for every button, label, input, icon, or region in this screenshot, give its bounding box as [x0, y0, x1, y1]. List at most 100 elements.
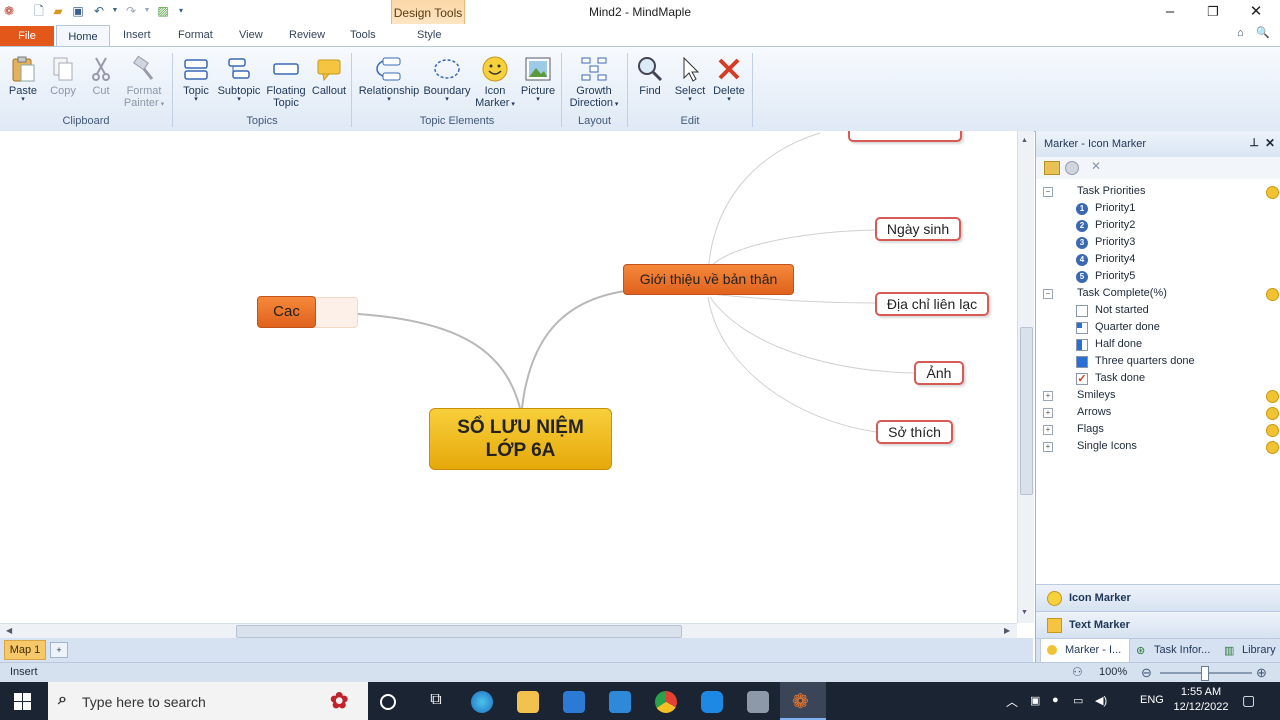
left-topic-editing[interactable]: Cac: [257, 296, 316, 328]
marker-half-done[interactable]: Half done: [1036, 336, 1280, 353]
subtopic-button[interactable]: Subtopic ▾: [216, 55, 262, 103]
pin-icon[interactable]: ⊥: [1249, 136, 1259, 149]
language-indicator[interactable]: ENG: [1140, 694, 1164, 706]
tray-chevron-icon[interactable]: ︿: [1006, 693, 1018, 710]
marker-priority2[interactable]: 2 Priority2: [1036, 217, 1280, 234]
subtopic-partial[interactable]: [848, 131, 962, 142]
marker-task-done[interactable]: ✓ Task done: [1036, 370, 1280, 387]
zalo-icon[interactable]: [701, 691, 723, 713]
vertical-scrollbar[interactable]: ▲ ▼: [1017, 131, 1034, 623]
marker-priority3[interactable]: 3 Priority3: [1036, 234, 1280, 251]
marker-priority4[interactable]: 4 Priority4: [1036, 251, 1280, 268]
tab-style[interactable]: Style: [417, 29, 441, 41]
scroll-left-icon[interactable]: ◀: [6, 626, 12, 635]
callout-button[interactable]: Callout: [310, 55, 348, 97]
text-marker-section-button[interactable]: Text Marker: [1036, 611, 1280, 638]
add-sheet-icon[interactable]: +: [50, 642, 68, 658]
format-painter-button[interactable]: Format Painter ▾: [122, 55, 166, 111]
panel-close-icon[interactable]: ✕: [1265, 136, 1275, 150]
subtopic-hobby[interactable]: Sở thích: [876, 420, 953, 444]
copy-button[interactable]: Copy: [46, 55, 80, 97]
tray-device-icon[interactable]: ▣: [1030, 694, 1040, 707]
tab-insert[interactable]: Insert: [123, 29, 151, 41]
category-task-priorities[interactable]: − Task Priorities: [1036, 183, 1280, 200]
task-view-icon[interactable]: ⧉: [425, 691, 447, 713]
mindmap-canvas[interactable]: Ngày sinh Địa chỉ liên lạc Ảnh Sở thích …: [0, 131, 1017, 623]
store-icon[interactable]: [563, 691, 585, 713]
delete-button[interactable]: Delete ▾: [710, 55, 748, 103]
tab-home[interactable]: Home: [56, 25, 110, 48]
marker-three-quarters-done[interactable]: Three quarters done: [1036, 353, 1280, 370]
microphone-icon[interactable]: ●: [1052, 694, 1059, 706]
help-search-icon[interactable]: 🔍: [1256, 26, 1270, 39]
fit-map-icon[interactable]: ⚇: [1072, 665, 1083, 679]
cut-button[interactable]: Cut: [86, 55, 116, 97]
file-explorer-icon[interactable]: [517, 691, 539, 713]
minimize-button[interactable]: –: [1160, 3, 1180, 21]
expand-icon[interactable]: +: [1043, 408, 1053, 418]
scroll-up-icon[interactable]: ▲: [1021, 137, 1028, 144]
relationship-button[interactable]: Relationship ▾: [356, 55, 422, 103]
marker-settings-icon[interactable]: [1065, 161, 1079, 175]
horizontal-scroll-thumb[interactable]: [236, 625, 682, 638]
select-button[interactable]: Select ▾: [672, 55, 708, 103]
icon-marker-section-button[interactable]: Icon Marker: [1036, 584, 1280, 611]
icon-marker-button[interactable]: Icon Marker ▾: [474, 55, 516, 111]
marker-priority1[interactable]: 1 Priority1: [1036, 200, 1280, 217]
mindmaple-taskbar-button[interactable]: ❁: [780, 682, 826, 720]
vertical-scroll-thumb[interactable]: [1020, 327, 1033, 495]
picture-button[interactable]: Picture ▾: [518, 55, 558, 103]
tab-format[interactable]: Format: [178, 29, 213, 41]
scroll-right-icon[interactable]: ▶: [1004, 626, 1010, 635]
edge-icon[interactable]: [471, 691, 493, 713]
category-flags[interactable]: + Flags: [1036, 421, 1280, 438]
zoom-out-icon[interactable]: ⊖: [1141, 665, 1152, 681]
expand-icon[interactable]: +: [1043, 425, 1053, 435]
mail-icon[interactable]: [609, 691, 631, 713]
panel-tab-marker[interactable]: Marker - I...: [1040, 639, 1130, 663]
volume-icon[interactable]: ◀): [1095, 694, 1107, 707]
scroll-down-icon[interactable]: ▼: [1021, 609, 1028, 616]
remove-marker-icon[interactable]: ✕: [1091, 159, 1101, 173]
category-single-icons[interactable]: + Single Icons: [1036, 438, 1280, 455]
cortana-icon[interactable]: [380, 694, 396, 710]
sheet-tab-map1[interactable]: Map 1: [4, 640, 46, 660]
subtopic-photo[interactable]: Ảnh: [914, 361, 964, 385]
horizontal-scrollbar[interactable]: ◀ ▶: [0, 623, 1017, 639]
find-button[interactable]: Find: [634, 55, 666, 97]
floating-topic-button[interactable]: Floating Topic: [264, 55, 308, 109]
category-smileys[interactable]: + Smileys: [1036, 387, 1280, 404]
main-topic-introduction[interactable]: Giới thiệu về bản thân: [623, 264, 794, 295]
tab-file[interactable]: File: [0, 26, 54, 47]
zoom-in-icon[interactable]: ⊕: [1256, 665, 1267, 681]
chrome-icon[interactable]: [655, 691, 677, 713]
topic-button[interactable]: Topic ▾: [180, 55, 212, 103]
expand-icon[interactable]: +: [1043, 391, 1053, 401]
add-marker-icon[interactable]: [1044, 161, 1060, 175]
subtopic-birthday[interactable]: Ngày sinh: [875, 217, 961, 241]
growth-direction-button[interactable]: Growth Direction ▾: [566, 55, 622, 111]
category-task-complete[interactable]: − Task Complete(%): [1036, 285, 1280, 302]
collapse-icon[interactable]: −: [1043, 187, 1053, 197]
help-up-icon[interactable]: ⌂: [1237, 27, 1244, 39]
tab-tools[interactable]: Tools: [350, 29, 376, 41]
close-button[interactable]: ✕: [1246, 3, 1266, 21]
app-icon[interactable]: [747, 691, 769, 713]
expand-icon[interactable]: +: [1043, 442, 1053, 452]
tab-view[interactable]: View: [239, 29, 263, 41]
marker-priority5[interactable]: 5 Priority5: [1036, 268, 1280, 285]
taskbar-search-box[interactable]: ⌕ Type here to search ✿: [48, 682, 368, 720]
category-arrows[interactable]: + Arrows: [1036, 404, 1280, 421]
boundary-button[interactable]: Boundary ▾: [422, 55, 472, 103]
notifications-icon[interactable]: ▢: [1242, 692, 1255, 709]
subtopic-address[interactable]: Địa chỉ liên lạc: [875, 292, 989, 316]
panel-tab-task-info[interactable]: Task Infor...: [1154, 644, 1210, 656]
marker-quarter-done[interactable]: Quarter done: [1036, 319, 1280, 336]
tab-review[interactable]: Review: [289, 29, 325, 41]
central-topic[interactable]: SỔ LƯU NIỆM LỚP 6A: [429, 408, 612, 470]
paste-button[interactable]: Paste ▾: [6, 55, 40, 103]
marker-not-started[interactable]: Not started: [1036, 302, 1280, 319]
restore-button[interactable]: ❐: [1203, 3, 1223, 21]
panel-tab-library[interactable]: Library: [1242, 644, 1276, 656]
collapse-icon[interactable]: −: [1043, 289, 1053, 299]
